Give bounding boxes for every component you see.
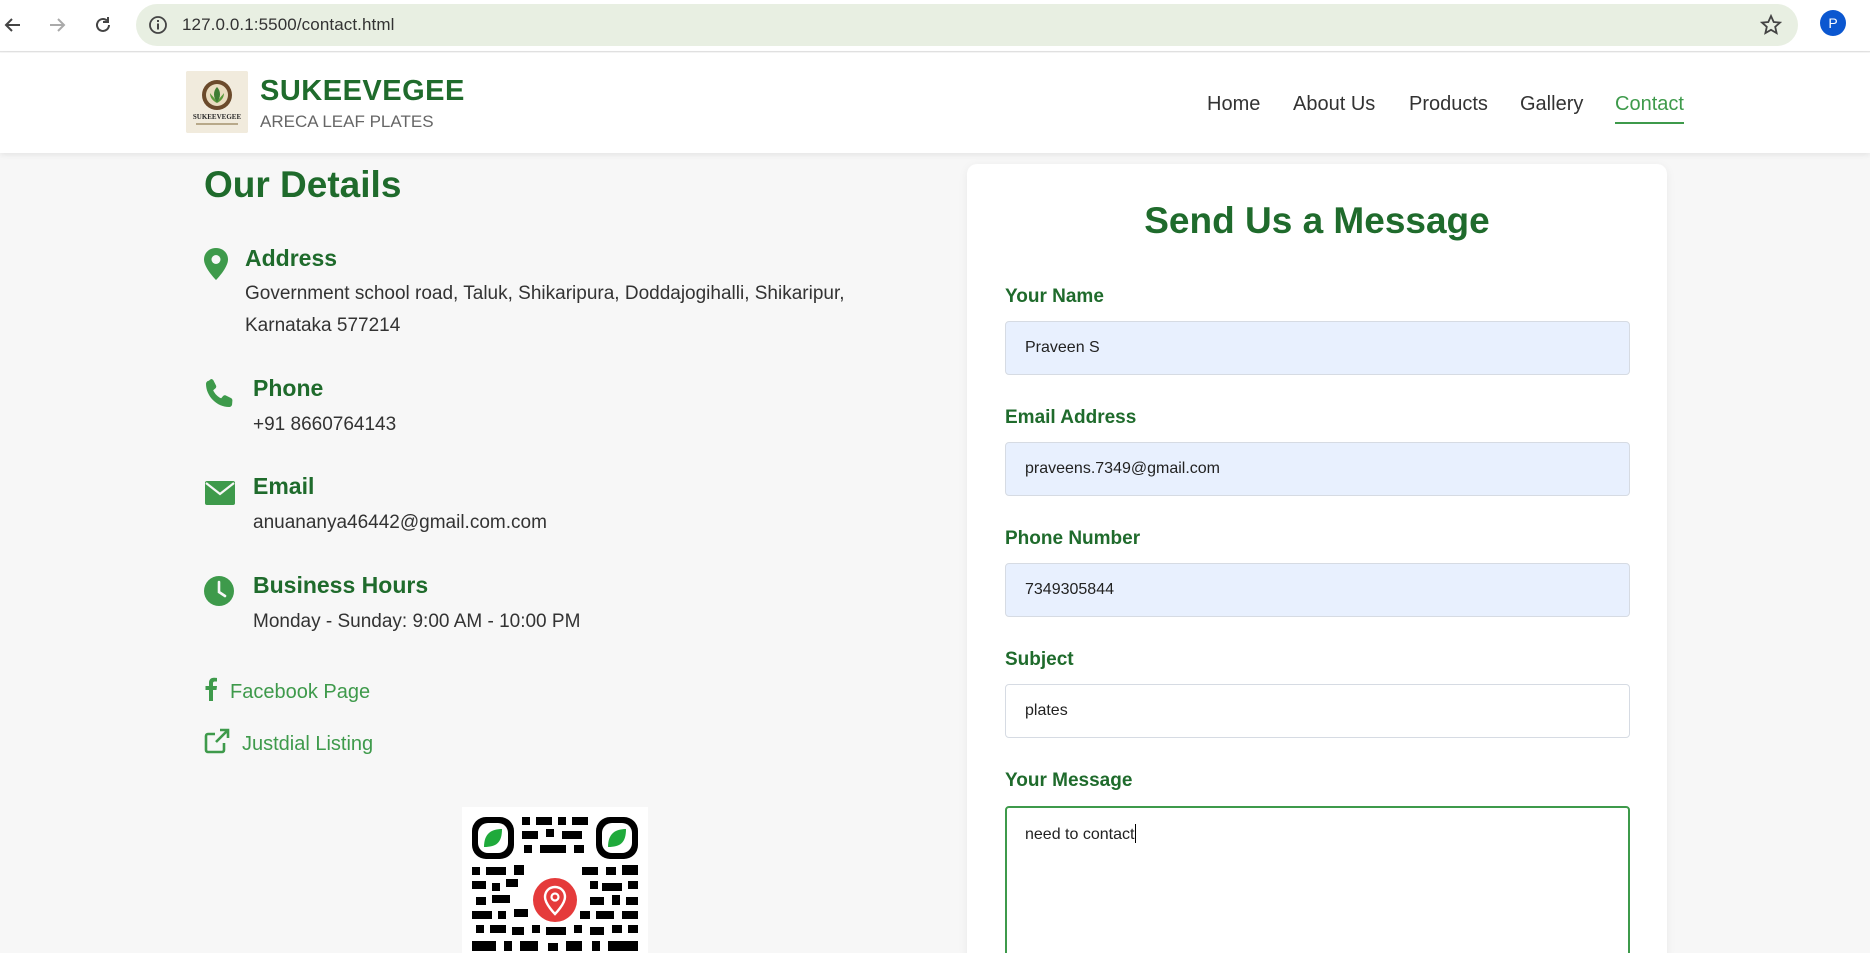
name-input-value: Praveen S <box>1025 339 1100 356</box>
form-title: Send Us a Message <box>1144 200 1490 241</box>
subject-input-value: plates <box>1025 702 1068 719</box>
nav-contact[interactable]: Contact <box>1615 93 1684 124</box>
envelope-icon <box>204 480 236 512</box>
phone-label: Phone Number <box>1005 528 1141 549</box>
name-input[interactable]: Praveen S <box>1005 321 1630 375</box>
browser-toolbar: 127.0.0.1:5500/contact.html P <box>0 0 1870 52</box>
svg-text:SUKEEVEGEE: SUKEEVEGEE <box>193 113 242 121</box>
justdial-link-label[interactable]: Justdial Listing <box>242 733 373 756</box>
message-textarea-value: need to contact <box>1025 826 1135 843</box>
reload-icon[interactable] <box>88 10 118 40</box>
phone-heading: Phone <box>253 375 324 401</box>
forward-arrow-icon[interactable] <box>42 10 72 40</box>
brand-tagline: ARECA LEAF PLATES <box>260 112 434 131</box>
facebook-icon <box>204 677 218 707</box>
back-arrow-icon[interactable] <box>0 10 28 40</box>
clock-icon <box>203 575 235 607</box>
phone-input-value: 7349305844 <box>1025 581 1114 598</box>
address-bar[interactable]: 127.0.0.1:5500/contact.html <box>136 4 1798 46</box>
hours-heading: Business Hours <box>253 572 429 598</box>
subject-label: Subject <box>1005 649 1074 670</box>
phone-icon <box>204 377 236 409</box>
brand-name: SUKEEVEGEE <box>260 75 465 107</box>
nav-gallery[interactable]: Gallery <box>1520 93 1583 116</box>
map-pin-icon <box>202 247 234 280</box>
email-input-value: praveens.7349@gmail.com <box>1025 460 1221 477</box>
nav-home[interactable]: Home <box>1207 93 1260 116</box>
email-value: anuananya46442@gmail.com.com <box>253 512 547 533</box>
nav-about-us[interactable]: About Us <box>1293 93 1375 116</box>
message-label: Your Message <box>1005 770 1133 791</box>
location-qr-code <box>462 807 648 953</box>
subject-input[interactable]: plates <box>1005 684 1630 738</box>
email-input[interactable]: praveens.7349@gmail.com <box>1005 442 1630 496</box>
profile-avatar[interactable]: P <box>1820 10 1846 36</box>
details-title: Our Details <box>204 164 402 205</box>
facebook-link-label[interactable]: Facebook Page <box>230 681 370 704</box>
facebook-link[interactable]: Facebook Page <box>204 677 370 707</box>
contact-form-card: Send Us a Message Your Name Praveen S Em… <box>967 164 1667 953</box>
email-heading: Email <box>253 473 315 499</box>
phone-value: +91 8660764143 <box>253 414 397 435</box>
address-heading: Address <box>245 245 338 271</box>
hours-value: Monday - Sunday: 9:00 AM - 10:00 PM <box>253 611 581 632</box>
message-textarea[interactable]: need to contact <box>1005 806 1630 953</box>
bookmark-star-icon[interactable] <box>1759 13 1783 36</box>
nav-products[interactable]: Products <box>1409 93 1488 116</box>
external-link-icon <box>204 728 230 760</box>
email-label: Email Address <box>1005 407 1137 428</box>
text-caret <box>1135 824 1137 843</box>
address-line-2: Karnataka 577214 <box>245 315 401 336</box>
phone-input[interactable]: 7349305844 <box>1005 563 1630 617</box>
justdial-link[interactable]: Justdial Listing <box>204 728 373 760</box>
address-line-1: Government school road, Taluk, Shikaripu… <box>245 283 845 304</box>
name-label: Your Name <box>1005 286 1104 307</box>
logo-image[interactable]: SUKEEVEGEE <box>186 71 248 133</box>
url-text[interactable]: 127.0.0.1:5500/contact.html <box>182 15 395 35</box>
site-info-icon[interactable] <box>148 15 168 35</box>
site-header: SUKEEVEGEE SUKEEVEGEE ARECA LEAF PLATES … <box>0 53 1870 153</box>
